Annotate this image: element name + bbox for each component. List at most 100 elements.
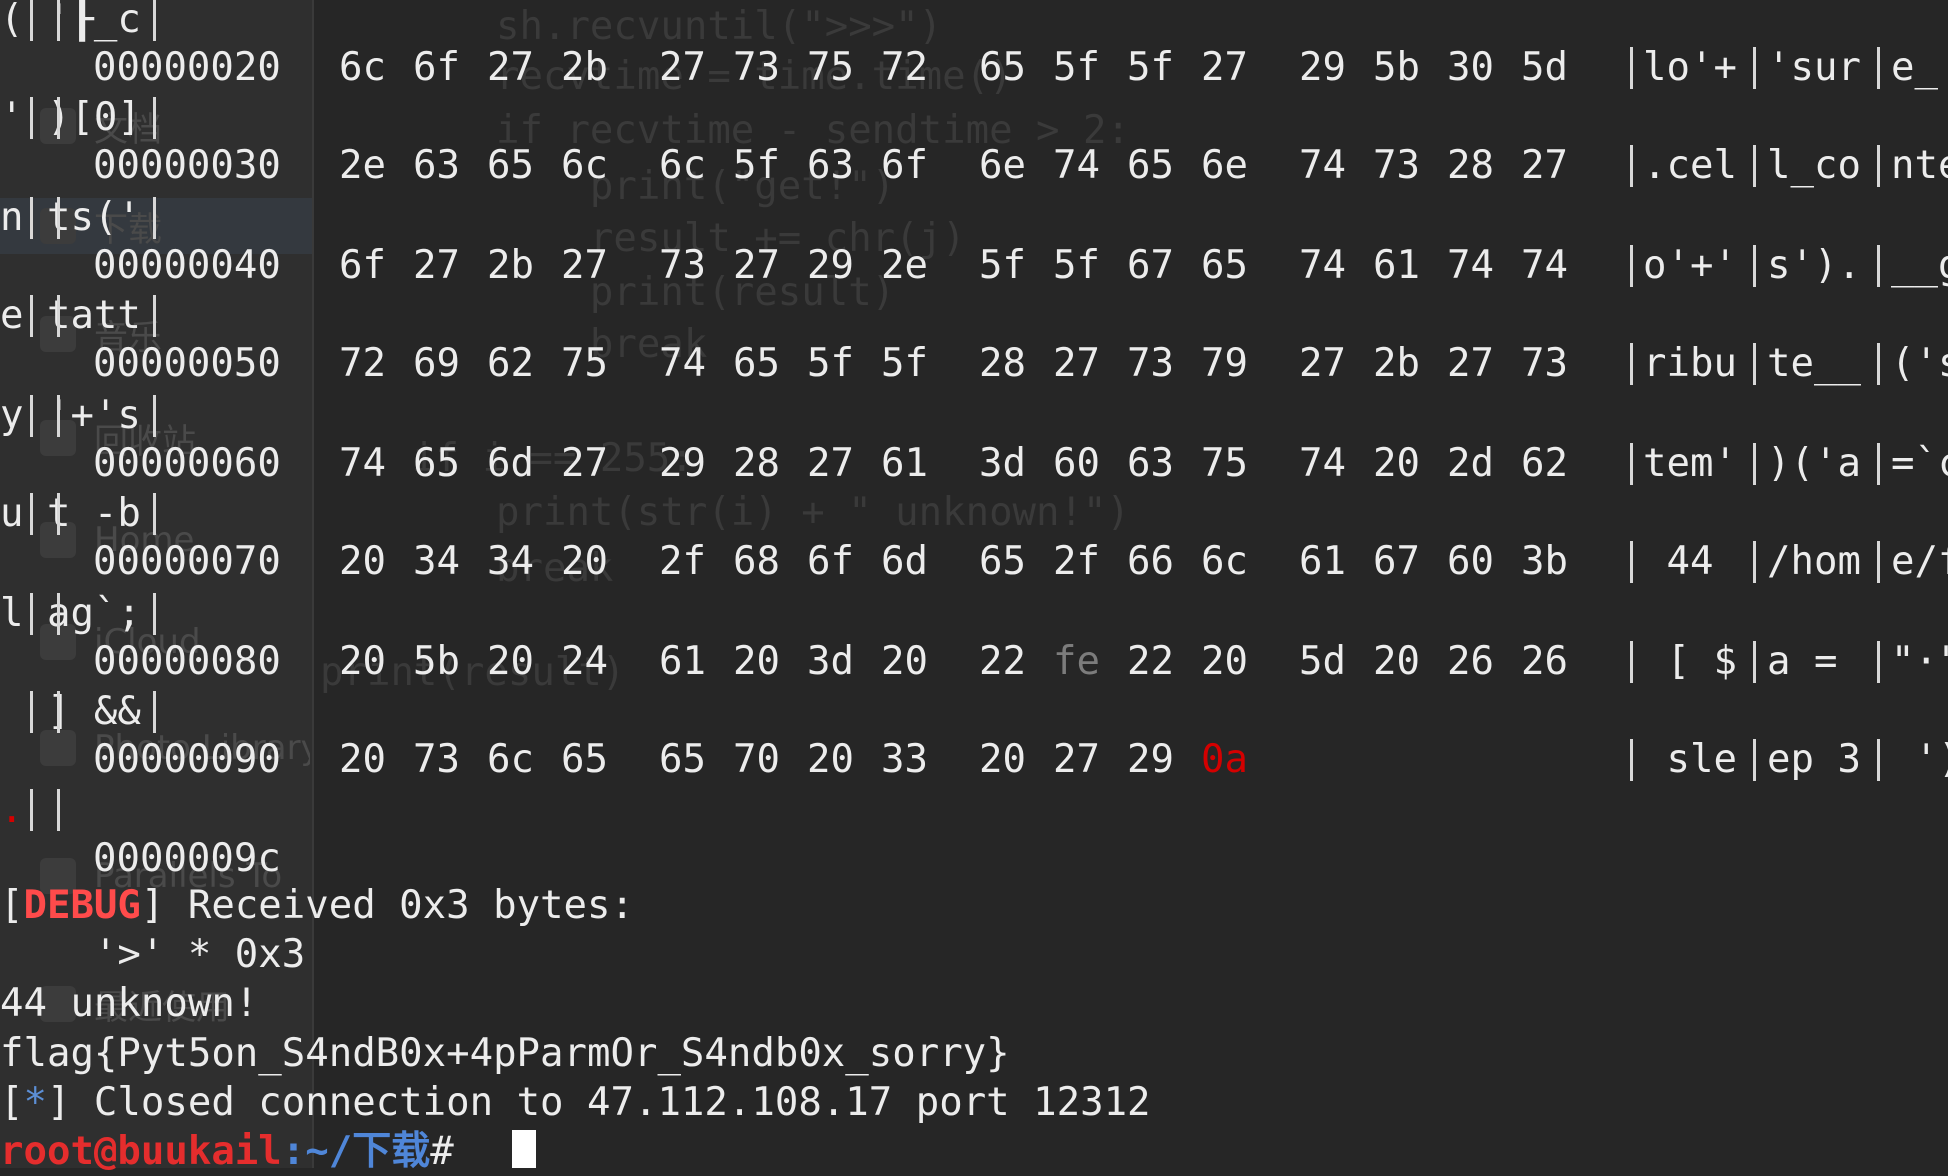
hex-byte: 73 [1373, 143, 1420, 188]
column-separator [57, 691, 60, 733]
debug-message: Received 0x3 bytes: [164, 883, 634, 928]
hex-byte: 72 [339, 341, 386, 386]
hex-byte: 65 [1127, 143, 1174, 188]
column-separator [153, 493, 156, 535]
column-separator [30, 197, 33, 239]
column-separator [1753, 443, 1756, 485]
hex-byte: 65 [659, 737, 706, 782]
hex-byte: 65 [979, 539, 1026, 584]
column-separator [30, 493, 33, 535]
wrapped-fragment: u t -b [0, 491, 141, 536]
hex-byte: 34 [413, 539, 460, 584]
column-separator [1630, 739, 1633, 781]
ascii-column: ('s [1891, 341, 1948, 386]
hex-byte: 5f [1053, 243, 1100, 288]
column-separator [153, 197, 156, 239]
debug-line: [DEBUG] Received 0x3 bytes: [0, 883, 634, 928]
hex-byte: 27 [1447, 341, 1494, 386]
status-marker: * [23, 1080, 47, 1125]
ascii-column: =`c [1891, 441, 1948, 486]
hex-byte: 5f [1053, 45, 1100, 90]
hex-byte: 27 [807, 441, 854, 486]
hex-byte: 27 [1521, 143, 1568, 188]
wrapped-fragment: n ts(' [0, 195, 141, 240]
hexdump-row: 00000090 20 73 6c 65 65 70 20 33 20 27 29 0a sle ep 3… [0, 736, 1948, 784]
column-separator [57, 593, 60, 635]
ascii-column: e/f [1891, 539, 1948, 584]
hex-byte: 26 [1521, 639, 1568, 684]
ascii-column: "·" [1891, 639, 1948, 684]
hex-byte: 65 [1201, 243, 1248, 288]
hex-byte: 20 [979, 737, 1026, 782]
hex-byte: 60 [1053, 441, 1100, 486]
ascii-column: lo'+ [1643, 45, 1737, 90]
unknown-line: 44 unknown! [0, 981, 259, 1026]
column-separator [153, 691, 156, 733]
hex-byte: 26 [1447, 639, 1494, 684]
column-separator [1630, 343, 1633, 385]
hex-byte: 27 [733, 243, 780, 288]
hex-byte: 20 [807, 737, 854, 782]
hex-byte: 74 [1299, 441, 1346, 486]
hex-byte: 67 [1127, 243, 1174, 288]
column-separator [1753, 47, 1756, 89]
hex-byte: 5d [1521, 45, 1568, 90]
code-line: print(str(i) + " unknown!") [496, 490, 1130, 535]
hex-byte: 28 [979, 341, 1026, 386]
offset-label: 00000050 [93, 341, 281, 386]
hex-byte: 74 [659, 341, 706, 386]
hex-byte: 2b [487, 243, 534, 288]
hex-byte: 75 [1201, 441, 1248, 486]
prompt-user: root@buukail [0, 1129, 282, 1174]
hexdump-row: 00000070 20 34 34 20 2f 68 6f 6d 65 2f 66 6c 61 67 60 3b… [0, 538, 1948, 586]
hex-byte: 6c [487, 737, 534, 782]
hex-byte: 61 [1373, 243, 1420, 288]
hex-byte: 2e [339, 143, 386, 188]
column-separator [1630, 47, 1633, 89]
column-separator [153, 593, 156, 635]
offset-label: 00000080 [93, 639, 281, 684]
ascii-column: [ $ [1643, 639, 1737, 684]
flag-line[interactable]: flag{Pyt5on_S4ndB0x+4pParmOr_S4ndb0x_sor… [0, 1030, 1010, 1078]
offset-label: 0000009c [93, 836, 281, 881]
column-separator [1877, 541, 1880, 583]
prompt-symbol: # [430, 1129, 478, 1174]
closed-message: Closed connection to 47.112.108.17 port … [70, 1080, 1151, 1125]
column-separator [30, 97, 33, 139]
ascii-column: .cel [1643, 143, 1737, 188]
hex-byte: 6c [339, 45, 386, 90]
ascii-column: __g [1891, 243, 1948, 288]
hex-byte: 27 [1201, 45, 1248, 90]
hex-byte: 20 [881, 639, 928, 684]
column-separator [30, 0, 33, 41]
column-separator [57, 493, 60, 535]
ascii-column: o'+' [1643, 243, 1737, 288]
column-separator [1753, 343, 1756, 385]
hex-byte: 5b [1373, 45, 1420, 90]
hex-byte: 65 [979, 45, 1026, 90]
hex-byte: 75 [807, 45, 854, 90]
ascii-column: nte [1891, 143, 1948, 188]
column-separator [153, 295, 156, 337]
hex-byte: 72 [881, 45, 928, 90]
debug-data: '>' * 0x3 [0, 932, 306, 977]
ascii-column: ep 3 [1767, 737, 1861, 782]
hex-byte: 2d [1447, 441, 1494, 486]
hex-byte: 74 [1521, 243, 1568, 288]
ascii-column: ribu [1643, 341, 1737, 386]
hex-byte: 29 [807, 243, 854, 288]
text-cursor [512, 1130, 536, 1168]
column-separator [30, 395, 33, 437]
hex-byte: 27 [413, 243, 460, 288]
offset-label: 00000020 [93, 45, 281, 90]
ascii-column: 'sur [1767, 45, 1861, 90]
column-separator [1630, 245, 1633, 287]
ascii-column: )('a [1767, 441, 1861, 486]
hex-byte: 6c [1201, 539, 1248, 584]
ascii-column: ') [1914, 737, 1948, 782]
hex-byte: 22 [979, 639, 1026, 684]
shell-prompt[interactable]: root@buukail:~/下载# [0, 1128, 477, 1176]
hex-byte: 3b [1521, 539, 1568, 584]
hex-byte: 61 [1299, 539, 1346, 584]
hex-byte: 2e [881, 243, 928, 288]
